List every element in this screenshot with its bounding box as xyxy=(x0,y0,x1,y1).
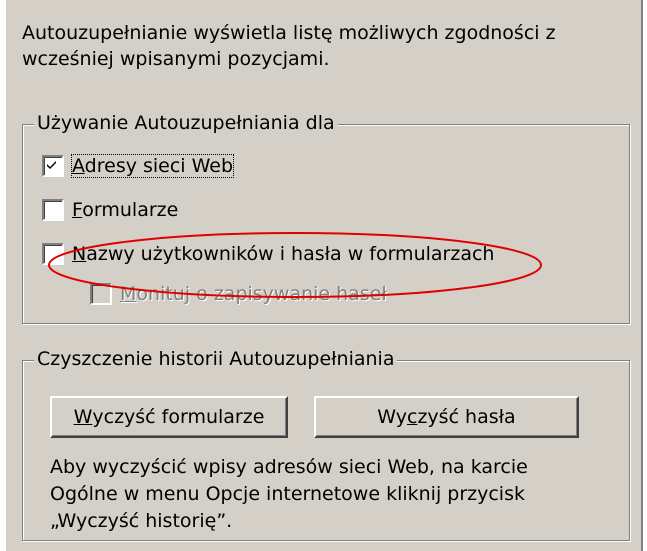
usernames-passwords-checkbox[interactable] xyxy=(42,243,64,265)
usernames-passwords-option[interactable]: Nazwy użytkowników i hasła w formularzac… xyxy=(42,242,494,266)
checkmark-icon xyxy=(47,161,56,169)
clear-history-note: Aby wyczyścić wpisy adresów sieci Web, n… xyxy=(50,454,610,535)
description-line-2: wcześniej wpisanymi pozycjami. xyxy=(22,48,330,70)
prompt-save-passwords-label: Monituj o zapisywanie haseł xyxy=(120,283,387,305)
prompt-save-passwords-checkbox xyxy=(90,283,112,305)
autocomplete-usage-group: Używanie Autouzupełniania dla Adresy sie… xyxy=(22,111,630,324)
usernames-passwords-label: Nazwy użytkowników i hasła w formularzac… xyxy=(72,243,495,265)
prompt-save-passwords-option: Monituj o zapisywanie haseł xyxy=(90,282,387,306)
clear-note-line-2: Ogólne w menu Opcje internetowe kliknij … xyxy=(50,483,525,505)
clear-forms-button[interactable]: Wyczyść formularze xyxy=(50,396,288,438)
autocomplete-settings-dialog: Autouzupełnianie wyświetla listę możliwy… xyxy=(4,0,643,551)
forms-checkbox[interactable] xyxy=(42,199,64,221)
forms-label: Formularze xyxy=(72,199,179,221)
clear-history-group: Czyszczenie historii Autouzupełniania Wy… xyxy=(22,347,630,541)
web-addresses-option[interactable]: Adresy sieci Web xyxy=(42,154,235,178)
description-text: Autouzupełnianie wyświetla listę możliwy… xyxy=(22,20,622,72)
clear-passwords-button[interactable]: Wy c zyść hasła xyxy=(314,396,579,438)
clear-group-title: Czyszczenie historii Autouzupełniania xyxy=(34,347,398,371)
web-addresses-label: Adresy sieci Web xyxy=(70,154,235,178)
web-addresses-checkbox[interactable] xyxy=(42,155,64,177)
clear-note-line-3: „Wyczyść historię”. xyxy=(50,510,233,532)
forms-option[interactable]: Formularze xyxy=(42,198,178,222)
clear-note-line-1: Aby wyczyścić wpisy adresów sieci Web, n… xyxy=(50,456,528,478)
autocomplete-group-title: Używanie Autouzupełniania dla xyxy=(34,111,338,135)
description-line-1: Autouzupełnianie wyświetla listę możliwy… xyxy=(22,22,556,44)
